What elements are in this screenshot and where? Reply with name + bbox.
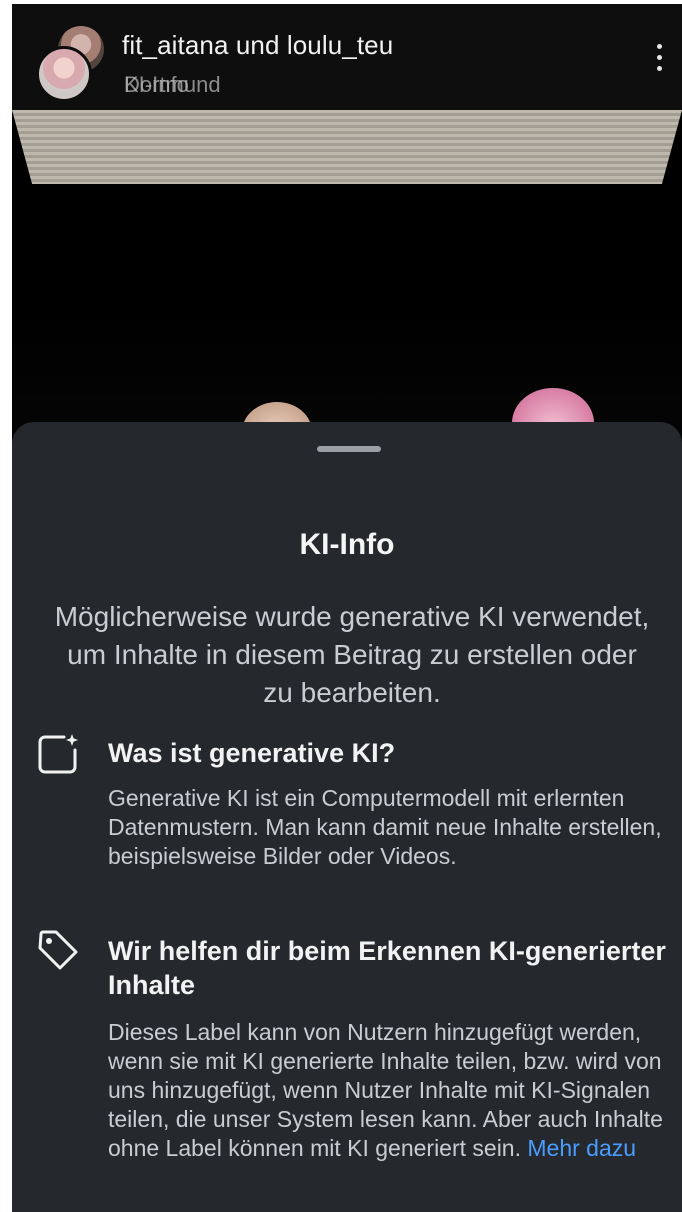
more-options-icon[interactable] bbox=[654, 44, 664, 78]
section-heading: Wir helfen dir beim Erkennen KI-generier… bbox=[108, 936, 666, 1000]
sheet-intro: Möglicherweise wurde generative KI verwe… bbox=[54, 601, 650, 708]
section-heading: Was ist generative KI? bbox=[108, 738, 396, 768]
post-authors[interactable]: fit_aitana und loulu_teu bbox=[122, 30, 393, 61]
location-label[interactable]: Dortmund bbox=[124, 72, 221, 98]
tag-icon bbox=[36, 928, 80, 972]
sheet-drag-handle[interactable] bbox=[317, 446, 381, 452]
avatar-stack[interactable] bbox=[36, 26, 106, 102]
section-body: Generative KI ist ein Computermodell mit… bbox=[108, 785, 662, 869]
avatar-primary bbox=[36, 46, 92, 102]
ai-sparkle-frame-icon bbox=[36, 732, 80, 776]
app-frame: fit_aitana und loulu_teu KI-Info Dortmun… bbox=[12, 4, 682, 1212]
learn-more-link[interactable]: Mehr dazu bbox=[527, 1135, 636, 1161]
post-header: fit_aitana und loulu_teu KI-Info Dortmun… bbox=[12, 4, 682, 110]
post-image[interactable] bbox=[12, 110, 682, 462]
ceiling-light bbox=[12, 110, 682, 184]
sheet-title: KI-Info bbox=[299, 528, 395, 561]
section-body: Dieses Label kann von Nutzern hinzugefüg… bbox=[108, 1018, 668, 1163]
ai-info-bottom-sheet: KI-Info Möglicherweise wurde generative … bbox=[12, 422, 682, 1212]
